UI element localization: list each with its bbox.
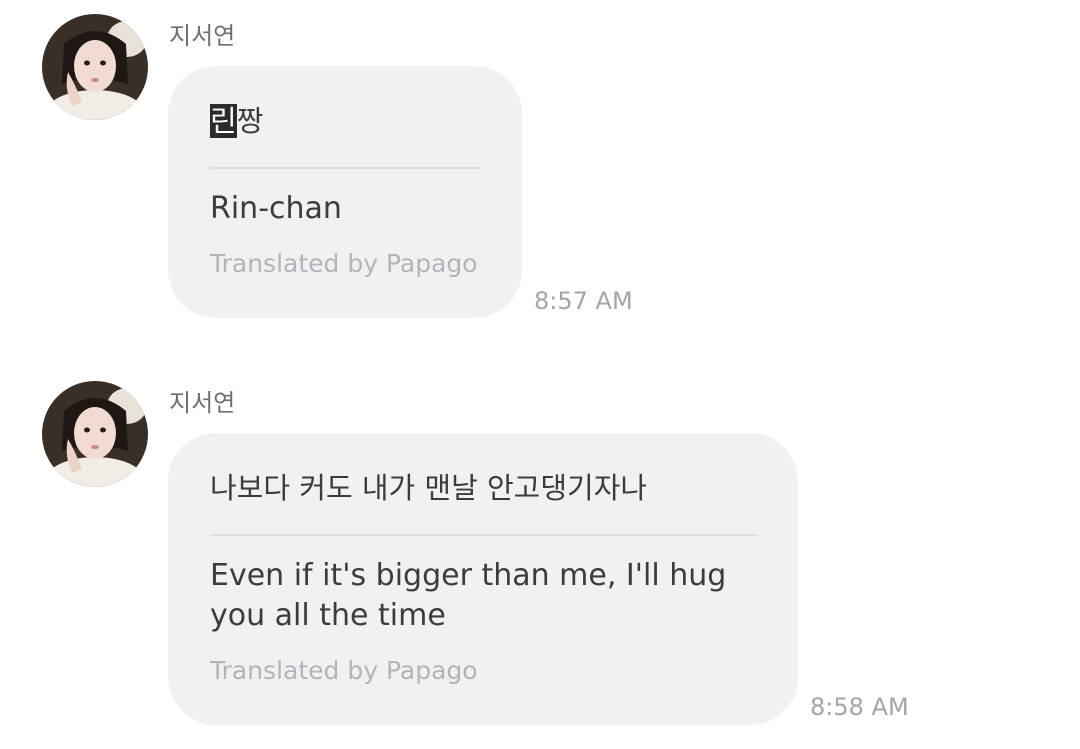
sender-name: 지서연: [169, 22, 236, 50]
sender-avatar[interactable]: [42, 381, 148, 487]
original-text: 나보다 커도 내가 맨날 안고댕기자나: [210, 471, 648, 505]
chat-view: 지서연 린짱 Rin-chan Translated by Papago 8:5…: [0, 0, 1080, 749]
selected-text[interactable]: 린: [210, 104, 237, 138]
sender-name: 지서연: [169, 389, 236, 417]
message-timestamp: 8:58 AM: [810, 693, 909, 721]
translation-divider: [210, 167, 482, 169]
original-text: 린짱: [210, 101, 482, 141]
message-timestamp: 8:57 AM: [534, 287, 633, 315]
message-bubble[interactable]: 나보다 커도 내가 맨날 안고댕기자나 Even if it's bigger …: [168, 433, 798, 725]
avatar-photo-icon: [42, 381, 148, 487]
original-text-rest: 짱: [236, 104, 264, 138]
sender-avatar[interactable]: [42, 14, 148, 120]
translated-text: Even if it's bigger than me, I'll hug yo…: [210, 558, 727, 633]
translation-credit: Translated by Papago: [210, 249, 478, 278]
translated-text: Rin-chan: [210, 191, 342, 226]
translation-credit: Translated by Papago: [210, 656, 478, 685]
translation-divider: [210, 534, 758, 536]
message-bubble[interactable]: 린짱 Rin-chan Translated by Papago: [168, 66, 522, 318]
avatar-photo-icon: [42, 14, 148, 120]
